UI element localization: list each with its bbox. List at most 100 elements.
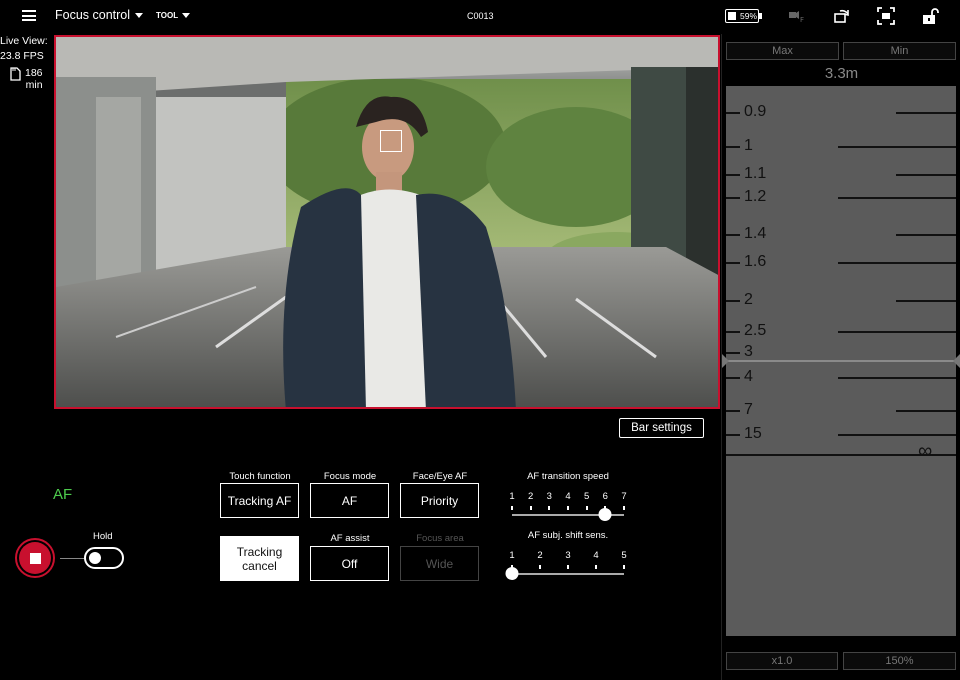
media-card-icon: [10, 67, 21, 81]
camera-feed-image: [56, 37, 718, 407]
zoom-button[interactable]: x1.0: [726, 652, 838, 670]
infinity-label: ∞: [918, 440, 933, 462]
focus-scale-label: 2.5: [744, 322, 767, 339]
focus-mode-label: Focus mode: [323, 471, 377, 482]
live-view-image[interactable]: [54, 35, 720, 409]
face-eye-af-label: Face/Eye AF: [412, 471, 468, 482]
focus-distance-scale[interactable]: ∞ 0.9 1 1.1 1.2 1.4 1.6 2 2.5 3 4 7 15: [722, 86, 960, 636]
magnify-button[interactable]: 150%: [843, 652, 956, 670]
slider-step-label: 6: [602, 491, 608, 502]
record-button[interactable]: [15, 538, 55, 578]
focus-scale-tick: 3: [726, 343, 956, 360]
slider-step-tick: [539, 565, 541, 569]
frame-rate-icon: F: [789, 11, 804, 24]
recording-stats: Live View: 23.8 FPS 186 min: [0, 34, 52, 91]
focus-scale-tick: 4: [726, 368, 956, 385]
focus-scale-label: 7: [744, 401, 753, 418]
slider-step-label: 3: [546, 491, 552, 502]
focus-area-button: Wide: [400, 546, 479, 581]
focus-scale-label: 1.4: [744, 225, 767, 242]
face-eye-af-button[interactable]: Priority: [400, 483, 479, 518]
hold-toggle[interactable]: [84, 547, 124, 569]
slider-step-tick: [548, 506, 551, 510]
slider-step-label: 7: [621, 491, 627, 502]
slider-step-label: 3: [565, 550, 571, 561]
tracking-cancel-button[interactable]: Tracking cancel: [220, 536, 299, 581]
focus-distance-readout: 3.3m: [824, 65, 859, 82]
focus-scale-label: 2: [744, 291, 753, 308]
remaining-time-value: 186: [25, 67, 43, 79]
focus-scale-tick: 1: [726, 137, 956, 154]
focus-scale-label: 1: [744, 137, 753, 154]
chevron-down-icon: [182, 13, 191, 18]
slider-step-tick: [529, 506, 532, 510]
slider-thumb[interactable]: [505, 567, 519, 580]
slider-step-tick: [511, 506, 513, 510]
fps-value: 23.8 FPS: [0, 50, 44, 62]
mode-dropdown[interactable]: Focus control: [55, 8, 144, 22]
focus-scale-tick: 1.2: [726, 188, 956, 205]
af-assist-label: AF assist: [330, 533, 370, 544]
focus-scale-tick: 7: [726, 401, 956, 418]
focus-scale-label: 1.2: [744, 188, 767, 205]
slider-step-tick: [623, 506, 625, 510]
focus-scale-tick: 1.1: [726, 165, 956, 182]
slider-step-label: 2: [537, 550, 543, 561]
slider-step-tick: [585, 506, 588, 510]
remaining-time-unit: min: [25, 79, 43, 91]
tracking-focus-box[interactable]: [380, 130, 402, 152]
divider: [60, 558, 84, 559]
slider-step-label: 5: [584, 491, 590, 502]
focus-scale-label: 1.1: [744, 165, 767, 182]
focus-ruler-panel: Max Min 3.3m ∞ 0.9 1 1.1 1.2 1.4 1.6 2 2.5 3 4 7 15…: [721, 34, 960, 680]
focus-frame-icon[interactable]: [876, 6, 896, 26]
af-status-indicator: AF: [53, 486, 73, 503]
slider-step-tick: [567, 565, 569, 569]
top-bar: Focus control TOOL C0013 59% F: [0, 0, 960, 32]
focus-scale-label: 4: [744, 368, 753, 385]
tracking-cancel-line1: Tracking: [236, 544, 283, 559]
af-subj-shift-slider[interactable]: 1 2 3 4 5: [505, 550, 627, 580]
hamburger-menu-icon[interactable]: [22, 10, 36, 21]
focus-scale-label: 1.6: [744, 253, 767, 270]
slider-step-tick: [595, 565, 597, 569]
battery-icon: 59%: [725, 9, 762, 23]
focus-scale-label: 3: [744, 343, 753, 360]
max-button[interactable]: Max: [726, 42, 839, 60]
battery-percent: 59%: [740, 11, 758, 21]
slider-step-tick: [567, 506, 569, 510]
unlock-icon[interactable]: [920, 6, 940, 26]
focus-scale-tick: 0.9: [726, 103, 956, 120]
hold-label: Hold: [93, 531, 113, 542]
slider-thumb[interactable]: [598, 508, 612, 521]
slider-step-tick: [623, 565, 625, 569]
stop-icon: [29, 552, 41, 564]
focus-scale-label: 15: [744, 425, 762, 442]
focus-scale-label: 0.9: [744, 103, 767, 120]
slider-step-label: 1: [509, 550, 515, 561]
af-subj-shift-label: AF subj. shift sens.: [527, 530, 609, 541]
clip-name: C0013: [467, 11, 494, 21]
focus-scale-tick: 15: [726, 425, 956, 442]
tracking-cancel-line2: cancel: [242, 558, 277, 573]
focus-scale-tick: 2: [726, 291, 956, 308]
infinity-tick: ∞: [726, 441, 956, 461]
tool-dropdown[interactable]: TOOL: [156, 11, 191, 20]
af-transition-speed-slider[interactable]: 1 2 3 4 5 6 7: [509, 491, 627, 521]
slider-step-label: 4: [593, 550, 599, 561]
focus-scale-tick: 2.5: [726, 322, 956, 339]
bar-settings-button[interactable]: Bar settings: [619, 418, 704, 438]
af-assist-button[interactable]: Off: [310, 546, 389, 581]
min-button[interactable]: Min: [843, 42, 956, 60]
mode-dropdown-label: Focus control: [55, 8, 131, 22]
chevron-down-icon: [135, 12, 144, 18]
touch-function-button[interactable]: Tracking AF: [220, 483, 299, 518]
tool-dropdown-label: TOOL: [156, 11, 179, 20]
focus-area-label: Focus area: [416, 533, 464, 544]
af-transition-speed-label: AF transition speed: [527, 471, 609, 482]
focus-mode-button[interactable]: AF: [310, 483, 389, 518]
rotate-icon[interactable]: [832, 6, 852, 26]
svg-text:F: F: [800, 16, 804, 24]
touch-function-label: Touch function: [229, 471, 291, 482]
live-view-label: Live View:: [0, 35, 48, 47]
